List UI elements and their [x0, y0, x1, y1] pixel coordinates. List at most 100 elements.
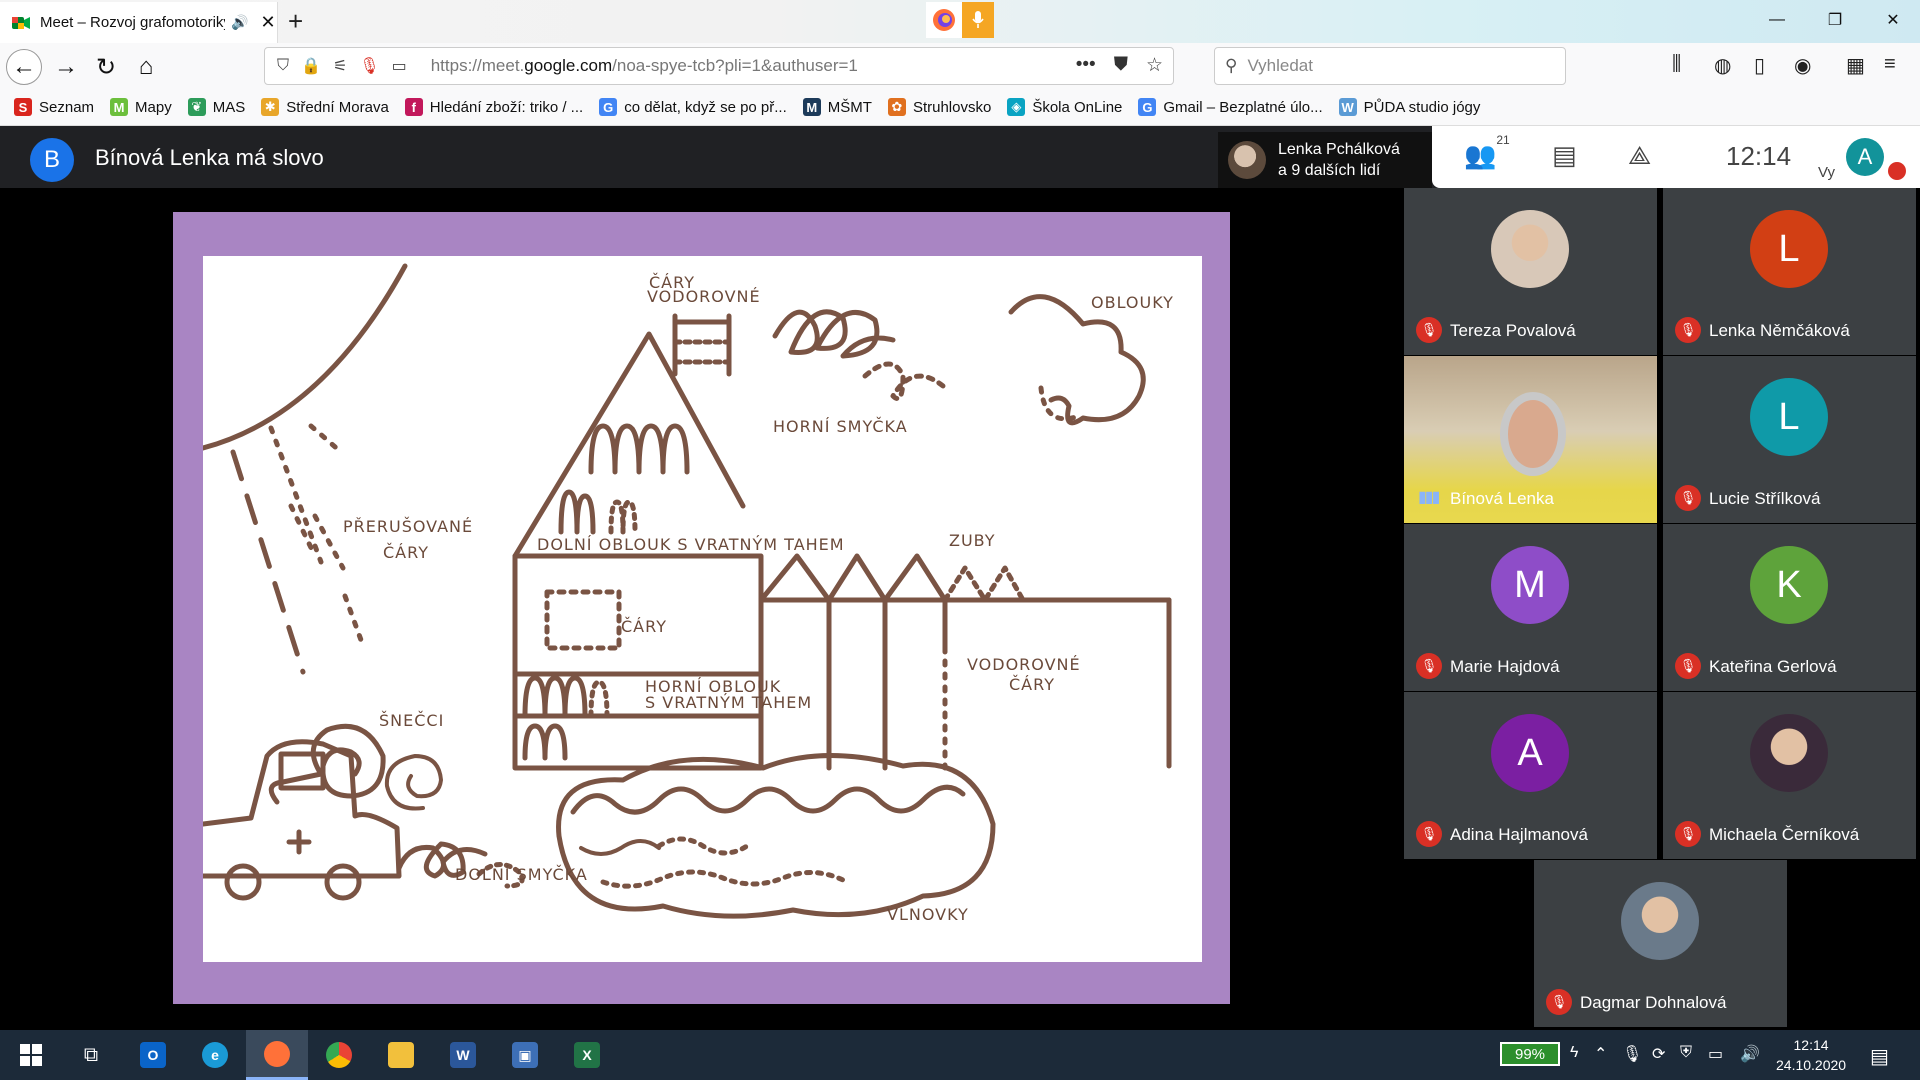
window-close-icon[interactable]: ✕	[1868, 0, 1918, 40]
firefox-taskbar-icon[interactable]	[246, 1030, 308, 1080]
back-arrow-icon[interactable]: ←	[6, 49, 42, 85]
worksheet-drawing: ČÁRY VODOROVNÉ OBLOUKY HORNÍ SMYČKA PŘER…	[200, 256, 1202, 962]
reload-icon[interactable]: ↻	[88, 49, 124, 85]
bookmark-favicon-icon: f	[404, 98, 423, 116]
tab-close-icon[interactable]: ✕	[260, 12, 275, 33]
minimize-icon[interactable]: —	[1752, 0, 1802, 40]
house-body	[512, 553, 764, 771]
my-avatar[interactable]: A	[1846, 138, 1884, 176]
bookmark-item[interactable]: W PŮDA studio jógy	[1338, 98, 1480, 116]
excel-icon[interactable]: X	[556, 1030, 618, 1080]
sidebar-icon[interactable]: ▯	[1754, 53, 1765, 78]
bookmarks-bar: S Seznam M Mapy ❦ MAS ✱ Střední Morava f Hledání …	[0, 89, 1920, 126]
label-horni-smycka: HORNÍ SMYČKA	[773, 417, 908, 436]
bookmark-item[interactable]: f Hledání zboží: triko / ...	[404, 98, 583, 116]
tray-battery-icon[interactable]: ▭	[1708, 1044, 1723, 1064]
menu-icon[interactable]: ≡	[1884, 53, 1896, 76]
browser-nav-bar: ← → ↻ ⌂ ⛉ 🔒 ⚟ 🎙 ▭ https://meet.google.co…	[0, 43, 1920, 89]
bookmark-label: co dělat, když se po př...	[624, 98, 787, 116]
presenter-chip[interactable]: Lenka Pchálková a 9 dalších lidí	[1218, 132, 1432, 188]
tray-volume-icon[interactable]: 🔊	[1740, 1044, 1760, 1064]
bookmark-item[interactable]: M MŠMT	[802, 98, 872, 116]
file-explorer-icon[interactable]	[370, 1030, 432, 1080]
participant-tile[interactable]: L 🎙 Lucie Střílková	[1663, 356, 1916, 523]
label-dolni-oblouk: DOLNÍ OBLOUK S VRATNÝM TAHEM	[537, 535, 845, 554]
taskbar-clock[interactable]: 12:14 24.10.2020	[1776, 1035, 1846, 1075]
me-label: Vy	[1818, 164, 1835, 181]
sharing-indicator[interactable]	[926, 2, 994, 38]
bookmark-item[interactable]: ✱ Střední Morava	[261, 98, 389, 116]
screen-share-icon[interactable]: ▭	[392, 56, 407, 76]
sync-icon[interactable]: ◍	[1714, 53, 1731, 78]
account-icon[interactable]: ◉	[1794, 53, 1811, 78]
activities-icon[interactable]: ⟁	[1628, 140, 1651, 172]
participant-tile[interactable]: A 🎙 Adina Hajlmanová	[1404, 692, 1657, 859]
outlook-icon[interactable]: O	[122, 1030, 184, 1080]
participant-tile[interactable]: M 🎙 Marie Hajdová	[1404, 524, 1657, 691]
participant-tile[interactable]: 🎙 Dagmar Dohnalová	[1534, 860, 1787, 1027]
library-icon[interactable]: ⫼	[1672, 53, 1681, 76]
save-app-icon[interactable]: ▣	[494, 1030, 556, 1080]
participant-name: Kateřina Gerlová	[1709, 657, 1837, 676]
my-mic-muted-icon	[1888, 162, 1906, 180]
task-view-icon[interactable]: ⧉	[60, 1030, 122, 1080]
participant-tile[interactable]: K 🎙 Kateřina Gerlová	[1663, 524, 1916, 691]
edge-icon[interactable]: e	[184, 1030, 246, 1080]
roof-arches	[588, 423, 690, 475]
forward-arrow-icon[interactable]: →	[48, 49, 84, 85]
bookmark-item[interactable]: ❦ MAS	[187, 98, 245, 116]
participant-tile[interactable]: ▮▮▮ Bínová Lenka	[1404, 356, 1657, 523]
car-body	[200, 739, 402, 879]
url-bar[interactable]: ⛉ 🔒 ⚟ 🎙 ▭ https://meet.google.com/noa-sp…	[264, 47, 1174, 85]
bookmark-item[interactable]: ✿ Struhlovsko	[887, 98, 991, 116]
bookmark-favicon-icon: ❦	[187, 98, 206, 116]
chat-icon[interactable]: ▤	[1552, 140, 1577, 171]
tray-sync-icon[interactable]: ⟳	[1652, 1044, 1665, 1064]
browser-tab-bar: Meet – Rozvoj grafomotoriky 🔊 ✕ + — ❐ ✕	[0, 0, 1920, 43]
bookmark-label: MŠMT	[827, 98, 872, 116]
tray-mic-icon[interactable]: 🎙	[1622, 1044, 1642, 1064]
search-icon: ⚲	[1225, 56, 1238, 75]
charging-icon[interactable]: ϟ	[1570, 1044, 1578, 1062]
participants-icon[interactable]: 👥21	[1464, 133, 1510, 171]
chrome-icon[interactable]	[308, 1030, 370, 1080]
wave-1	[570, 784, 966, 815]
windows-start-icon[interactable]	[0, 1030, 62, 1080]
permissions-icon[interactable]: ⚟	[333, 56, 347, 76]
participant-tile[interactable]: L 🎙 Lenka Němčáková	[1663, 188, 1916, 355]
pocket-icon[interactable]: ⛊	[1114, 54, 1128, 77]
page-actions-icon[interactable]: •••	[1076, 54, 1096, 77]
shield-icon[interactable]: ⛉	[277, 57, 289, 75]
label-dolni-smycka: DOLNÍ SMYČKA	[455, 865, 588, 884]
restore-icon[interactable]: ❐	[1810, 0, 1860, 40]
participant-avatar	[1491, 210, 1569, 288]
bookmark-favicon-icon: S	[14, 98, 32, 116]
speaking-indicator-icon: ▮▮▮	[1418, 489, 1440, 506]
extensions-icon[interactable]: ▦	[1846, 53, 1865, 78]
search-input[interactable]: ⚲ Vyhledat	[1214, 47, 1566, 85]
notifications-icon[interactable]: ▤	[1870, 1044, 1889, 1069]
pond	[556, 752, 996, 919]
participant-tile[interactable]: 🎙 Michaela Černíková	[1663, 692, 1916, 859]
new-tab-icon[interactable]: +	[288, 6, 303, 36]
lock-icon[interactable]: 🔒	[301, 56, 321, 76]
battery-indicator[interactable]: 99%	[1500, 1042, 1560, 1066]
bookmark-item[interactable]: G Gmail – Bezplatné úlo...	[1138, 98, 1323, 116]
bookmark-label: Gmail – Bezplatné úlo...	[1163, 98, 1323, 116]
bookmark-item[interactable]: ◈ Škola OnLine	[1007, 98, 1122, 116]
bookmark-item[interactable]: Gco dělat, když se po př...	[599, 98, 787, 116]
home-icon[interactable]: ⌂	[128, 49, 164, 85]
speaker-icon[interactable]: 🔊	[231, 14, 248, 31]
mic-muted-icon: 🎙	[1546, 989, 1572, 1015]
bookmark-star-icon[interactable]: ☆	[1146, 54, 1163, 77]
mic-permission-icon[interactable]: 🎙	[359, 56, 379, 76]
tab-meet[interactable]: Meet – Rozvoj grafomotoriky 🔊 ✕	[0, 2, 278, 43]
tray-expand-icon[interactable]: ⌃	[1594, 1044, 1607, 1064]
bookmark-item[interactable]: M Mapy	[110, 98, 172, 116]
participant-tile[interactable]: 🎙 Tereza Povalová	[1404, 188, 1657, 355]
tray-shield-icon[interactable]: ⛨	[1680, 1044, 1692, 1062]
bookmark-item[interactable]: S Seznam	[14, 98, 94, 116]
url-text[interactable]: https://meet.google.com/noa-spye-tcb?pli…	[431, 56, 858, 76]
word-icon[interactable]: W	[432, 1030, 494, 1080]
speaker-avatar: B	[30, 138, 74, 182]
